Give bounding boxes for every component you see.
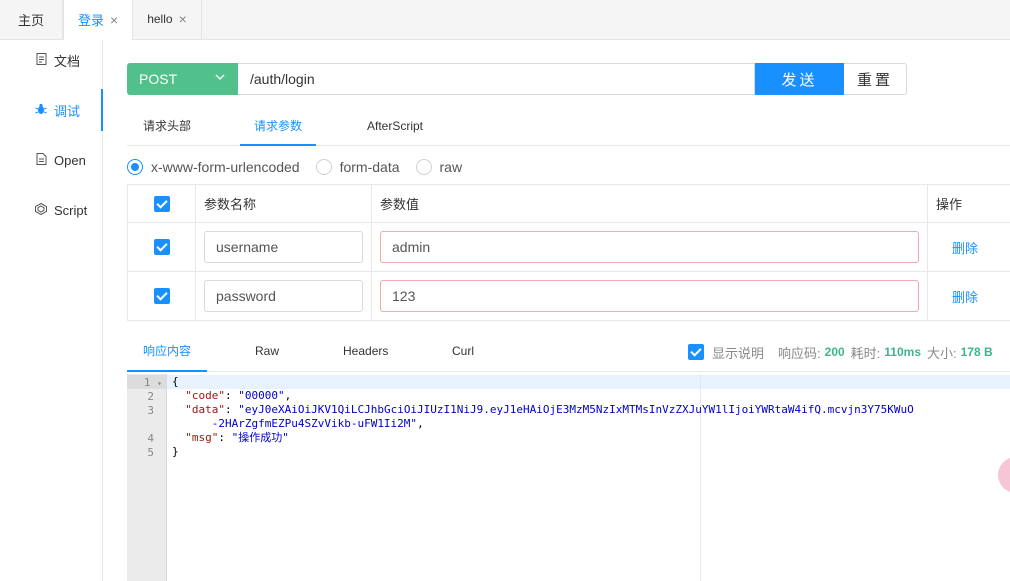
- row-checkbox-cell: [128, 223, 196, 271]
- method-select[interactable]: POST: [127, 63, 238, 95]
- radio-unchecked-icon: [315, 159, 332, 175]
- radio-label: raw: [439, 159, 463, 175]
- header-param-value: 参数值: [372, 185, 928, 222]
- tab-home-label: 主页: [17, 12, 44, 28]
- tab-login-label: 登录: [78, 13, 105, 28]
- sidebar-item-debug[interactable]: 调试: [0, 85, 103, 135]
- tab-hello-label: hello: [147, 12, 173, 26]
- line-number: 3: [147, 404, 154, 417]
- size-label: 大小:: [927, 345, 957, 361]
- line-number: 2: [147, 390, 154, 403]
- line-number: 4: [147, 432, 154, 445]
- header-action: 操作: [936, 197, 963, 212]
- time-value: 110ms: [884, 345, 921, 359]
- body-type-radios: x-www-form-urlencoded form-data raw: [127, 156, 478, 178]
- tab-request-params[interactable]: 请求参数: [240, 108, 317, 146]
- chevron-down-icon: [214, 71, 226, 86]
- radio-label: x-www-form-urlencoded: [151, 159, 300, 175]
- param-value-input[interactable]: admin: [380, 231, 919, 263]
- param-value-cell: admin: [372, 223, 928, 271]
- tab-hello[interactable]: hello ×: [133, 0, 202, 39]
- select-all-checkbox[interactable]: [153, 195, 170, 212]
- request-bar: POST /auth/login 发送 重置: [127, 63, 907, 95]
- line-gutter: 1 ▾ 2 3 4 5: [127, 374, 167, 581]
- sidebar-item-label: 调试: [54, 103, 81, 119]
- params-table: 参数名称 参数值 操作 username admin 删除 password 1…: [127, 184, 1010, 321]
- status-code-value: 200: [824, 345, 845, 359]
- table-row: username admin 删除: [128, 223, 1010, 272]
- row-checkbox[interactable]: [153, 288, 170, 304]
- tab-response-curl[interactable]: Curl: [452, 333, 474, 372]
- reset-button[interactable]: 重置: [844, 63, 907, 95]
- bug-icon: [34, 103, 48, 118]
- close-icon[interactable]: ×: [179, 11, 187, 27]
- file-icon: [34, 152, 48, 168]
- fold-arrow-icon: ▾: [157, 379, 162, 388]
- sidebar-item-docs[interactable]: 文档: [0, 35, 102, 85]
- header-param-name: 参数名称: [196, 185, 372, 222]
- size-value: 178 B: [960, 345, 993, 359]
- top-tab-bar: 主页 登录 × hello ×: [0, 0, 1010, 40]
- radio-raw[interactable]: raw: [415, 159, 463, 175]
- tab-response-headers[interactable]: Headers: [343, 333, 388, 372]
- code-line: -2HArZgfmEZPu4SZvVikb-uFW1Ii2M",: [211, 417, 424, 430]
- line-number: 1 ▾: [143, 376, 162, 389]
- send-button[interactable]: 发送: [755, 63, 844, 95]
- tab-response-raw[interactable]: Raw: [255, 333, 279, 372]
- url-input[interactable]: /auth/login: [238, 63, 755, 95]
- response-editor[interactable]: 1 ▾ 2 3 4 5 { "code": "00000", "data": "…: [127, 374, 1010, 581]
- code-line: "code": "00000",: [185, 389, 292, 402]
- close-icon[interactable]: ×: [110, 12, 118, 28]
- param-name-cell: username: [196, 223, 372, 271]
- delete-link[interactable]: 删除: [952, 287, 978, 306]
- row-checkbox[interactable]: [153, 239, 170, 255]
- param-name-input[interactable]: password: [204, 280, 363, 312]
- action-cell: 删除: [928, 223, 1010, 271]
- sidebar-item-open[interactable]: Open: [0, 135, 102, 185]
- sidebar-item-label: Open: [54, 152, 86, 168]
- tab-response-body[interactable]: 响应内容: [127, 333, 208, 372]
- tab-request-headers[interactable]: 请求头部: [143, 108, 191, 146]
- code-icon: [34, 202, 48, 218]
- code-line: }: [172, 445, 179, 458]
- delete-link[interactable]: 删除: [952, 238, 978, 257]
- code-line: "data": "eyJ0eXAiOiJKV1QiLCJhbGciOiJIUzI…: [185, 403, 914, 416]
- row-checkbox-cell: [128, 272, 196, 320]
- radio-unchecked-icon: [415, 159, 432, 175]
- select-all-cell: [128, 185, 196, 222]
- param-name-cell: password: [196, 272, 372, 320]
- param-value-input[interactable]: 123: [380, 280, 919, 312]
- status-code-label: 响应码:: [778, 345, 821, 361]
- param-value-cell: 123: [372, 272, 928, 320]
- radio-form-data[interactable]: form-data: [315, 159, 400, 175]
- code-line: {: [172, 375, 179, 388]
- show-desc-label: 显示说明: [712, 345, 765, 361]
- active-line-highlight: [167, 375, 1010, 389]
- param-name-input[interactable]: username: [204, 231, 363, 263]
- sidebar-item-script[interactable]: Script: [0, 185, 102, 235]
- table-row: password 123 删除: [128, 272, 1010, 321]
- tab-after-script[interactable]: AfterScript: [367, 108, 423, 146]
- tab-home[interactable]: 主页: [0, 0, 63, 39]
- sidebar: 文档 调试 Open Script: [0, 40, 103, 581]
- line-number: 5: [147, 446, 154, 459]
- radio-urlencoded[interactable]: x-www-form-urlencoded: [127, 159, 300, 175]
- response-info: 显示说明 响应码: 200 耗时: 110ms 大小: 178 B: [688, 343, 999, 361]
- sidebar-item-label: Script: [54, 202, 88, 218]
- request-tabs: 请求头部 请求参数 AfterScript: [127, 108, 1010, 146]
- radio-label: form-data: [339, 159, 400, 175]
- method-value: POST: [139, 71, 178, 87]
- radio-checked-icon: [127, 159, 143, 175]
- document-icon: [34, 52, 48, 68]
- action-cell: 删除: [928, 272, 1010, 320]
- show-desc-checkbox[interactable]: [688, 344, 704, 360]
- code-line: "msg": "操作成功": [185, 431, 289, 444]
- tab-login[interactable]: 登录 ×: [63, 0, 134, 40]
- sidebar-item-label: 文档: [54, 53, 81, 69]
- table-header-row: 参数名称 参数值 操作: [128, 185, 1010, 223]
- time-label: 耗时:: [850, 345, 881, 361]
